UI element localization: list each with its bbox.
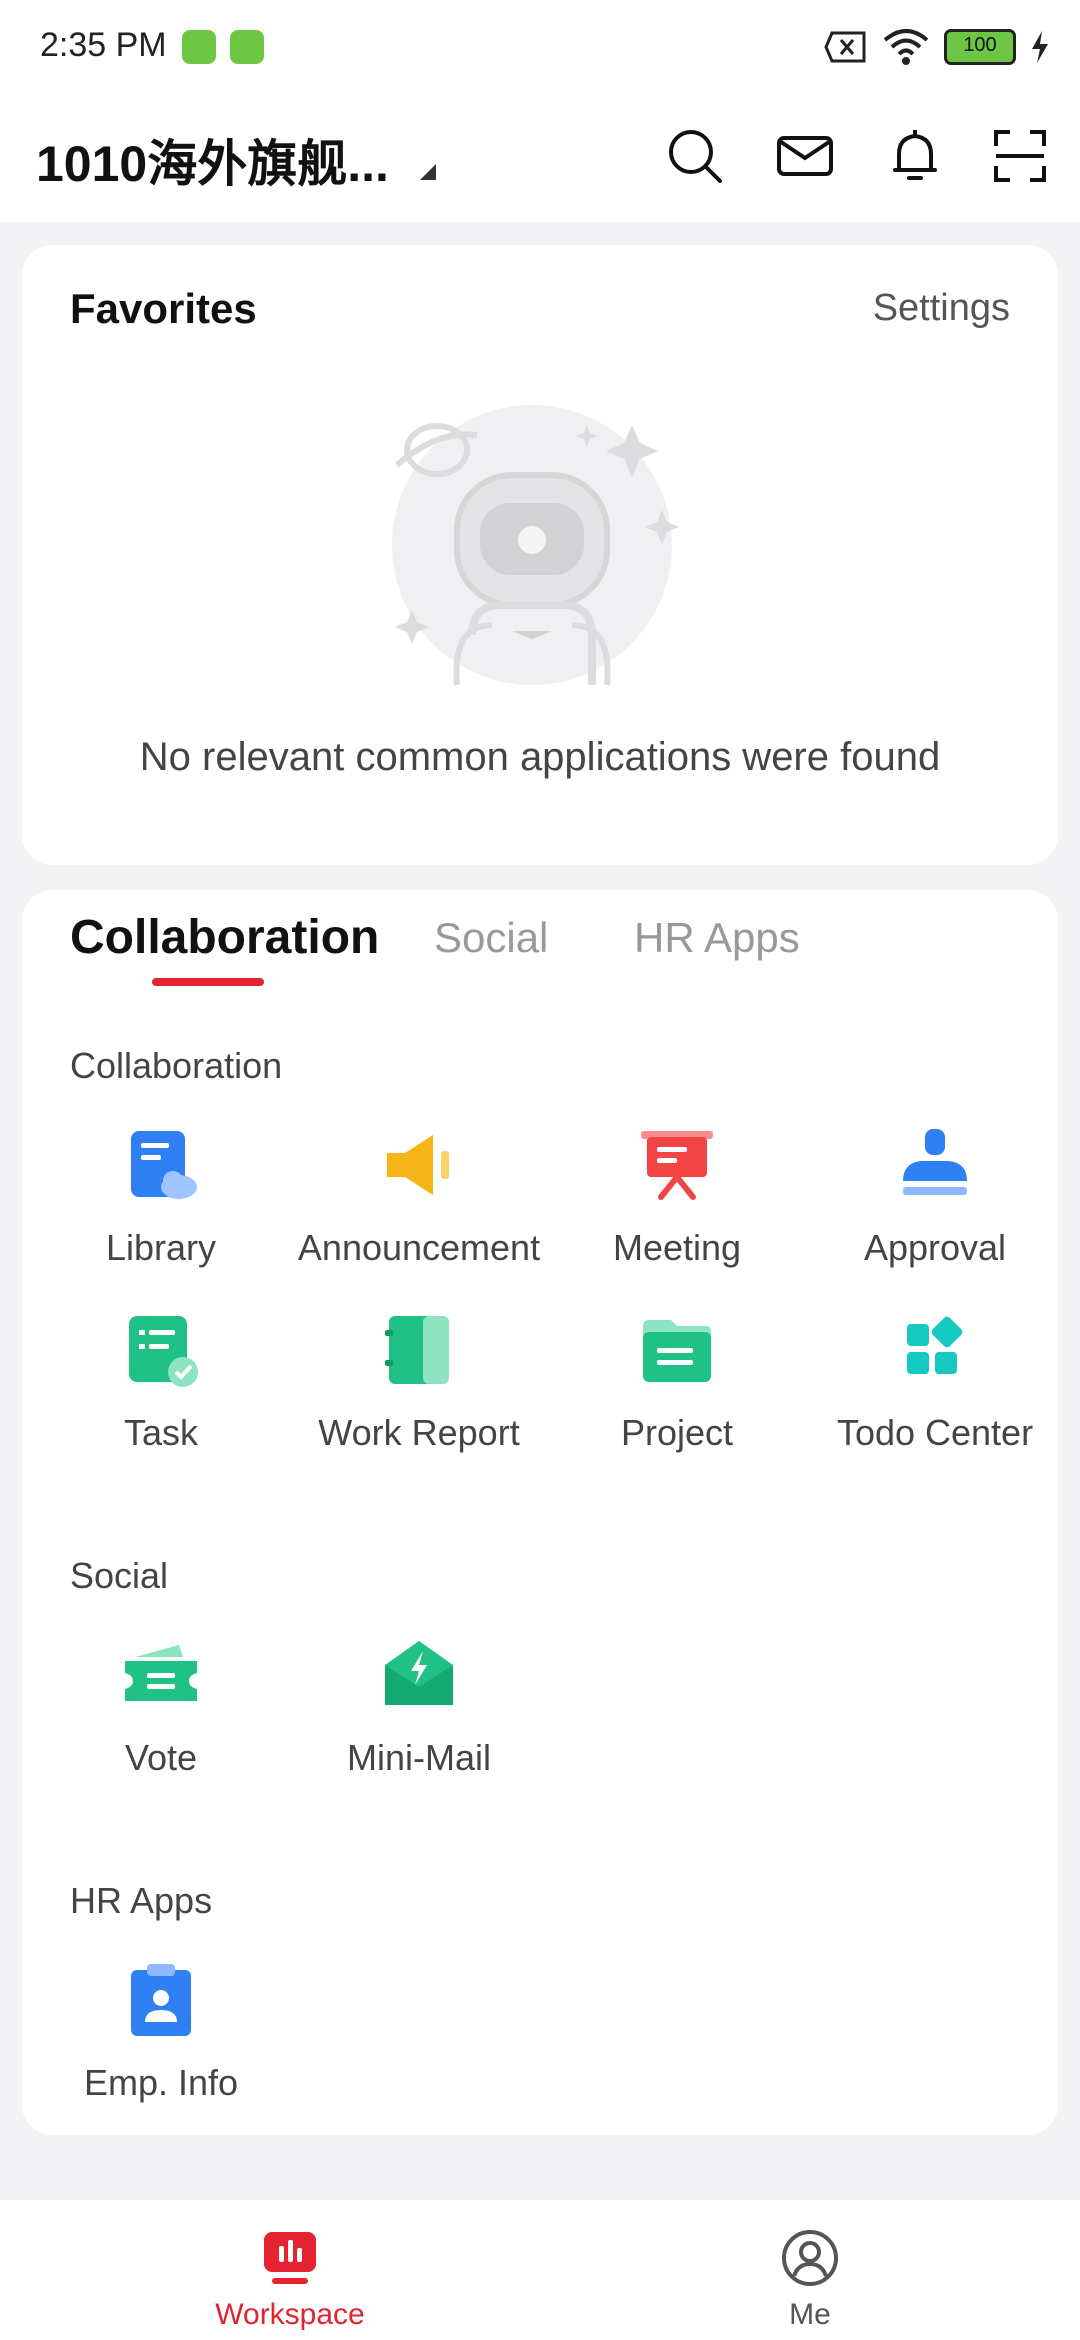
- app-label: Library: [105, 1227, 217, 1268]
- battery-level: 100: [963, 34, 997, 56]
- app-label: Work Report: [318, 1412, 520, 1453]
- task-icon: [129, 1316, 198, 1387]
- app-vote[interactable]: Vote: [32, 1635, 290, 1779]
- app-label: Approval: [863, 1227, 1007, 1268]
- app-label: Mini-Mail: [347, 1737, 491, 1778]
- bell-icon[interactable]: [885, 126, 945, 186]
- nav-me[interactable]: Me: [560, 2200, 1060, 2340]
- work-report-icon: [385, 1316, 449, 1384]
- nav-label-workspace: Workspace: [215, 2298, 365, 2331]
- status-icons: 100: [824, 28, 1050, 66]
- status-time: 2:35 PM: [40, 26, 167, 64]
- app-label: Meeting: [612, 1227, 742, 1268]
- app-label: Project: [620, 1412, 734, 1453]
- charging-icon: [1032, 31, 1048, 63]
- app-label: Emp. Info: [83, 2062, 239, 2103]
- app-work-report[interactable]: Work Report: [290, 1310, 548, 1454]
- workspace-icon: [264, 2232, 316, 2284]
- emp-info-icon: [131, 1964, 191, 2036]
- app-project[interactable]: Project: [548, 1310, 806, 1454]
- battery-icon: 100: [944, 29, 1016, 65]
- app-approval[interactable]: Approval: [806, 1125, 1064, 1269]
- app-notification-icon: [182, 30, 216, 64]
- org-title[interactable]: 1010海外旗舰...: [36, 124, 389, 196]
- download-notification-icon: [230, 30, 264, 64]
- tab-collaboration[interactable]: Collaboration: [70, 910, 379, 965]
- app-label: Task: [123, 1412, 199, 1453]
- app-task[interactable]: Task: [32, 1310, 290, 1454]
- org-dropdown-icon[interactable]: [420, 164, 436, 180]
- app-library[interactable]: Library: [32, 1125, 290, 1269]
- app-label: Todo Center: [836, 1412, 1034, 1453]
- section-title-social: Social: [70, 1555, 169, 1596]
- empty-state-astronaut-icon: [392, 405, 679, 686]
- app-todo-center[interactable]: Todo Center: [806, 1310, 1064, 1454]
- tab-hr-apps[interactable]: HR Apps: [634, 914, 800, 962]
- tab-active-indicator: [152, 978, 264, 986]
- vote-icon: [125, 1645, 197, 1701]
- favorites-card: Favorites Settings No relevant common ap…: [22, 245, 1058, 865]
- bottom-nav: Workspace Me: [0, 2200, 1080, 2340]
- profile-icon: [782, 2230, 838, 2286]
- meeting-icon: [641, 1131, 713, 1200]
- favorites-settings-link[interactable]: Settings: [873, 287, 1010, 330]
- tab-social[interactable]: Social: [434, 914, 548, 962]
- project-icon: [643, 1320, 711, 1382]
- app-meeting[interactable]: Meeting: [548, 1125, 806, 1269]
- nav-workspace[interactable]: Workspace: [20, 2200, 560, 2340]
- nav-label-me: Me: [789, 2298, 831, 2331]
- app-announcement[interactable]: Announcement: [290, 1125, 548, 1269]
- announcement-icon: [387, 1135, 449, 1195]
- section-title-hr-apps: HR Apps: [70, 1880, 213, 1921]
- mail-icon[interactable]: [775, 126, 835, 186]
- app-emp-info[interactable]: Emp. Info: [32, 1960, 290, 2104]
- app-mini-mail[interactable]: Mini-Mail: [290, 1635, 548, 1779]
- status-bar: 2:35 PM 100: [0, 0, 1080, 96]
- wifi-icon: [883, 29, 929, 65]
- mini-mail-icon: [385, 1641, 453, 1705]
- apps-card: Collaboration Social HR Apps Collaborati…: [22, 890, 1058, 2135]
- favorites-title: Favorites: [70, 285, 257, 332]
- search-icon[interactable]: [665, 126, 725, 186]
- scan-icon[interactable]: [990, 126, 1050, 186]
- todo-center-icon: [907, 1316, 963, 1374]
- approval-icon: [903, 1129, 967, 1195]
- top-bar: 1010海外旗舰...: [0, 96, 1080, 222]
- sim-error-icon: [824, 31, 866, 63]
- app-label: Vote: [124, 1737, 198, 1778]
- app-label: Announcement: [297, 1227, 541, 1268]
- section-title-collaboration: Collaboration: [70, 1045, 283, 1086]
- library-icon: [131, 1131, 197, 1199]
- favorites-empty-message: No relevant common applications were fou…: [139, 735, 941, 779]
